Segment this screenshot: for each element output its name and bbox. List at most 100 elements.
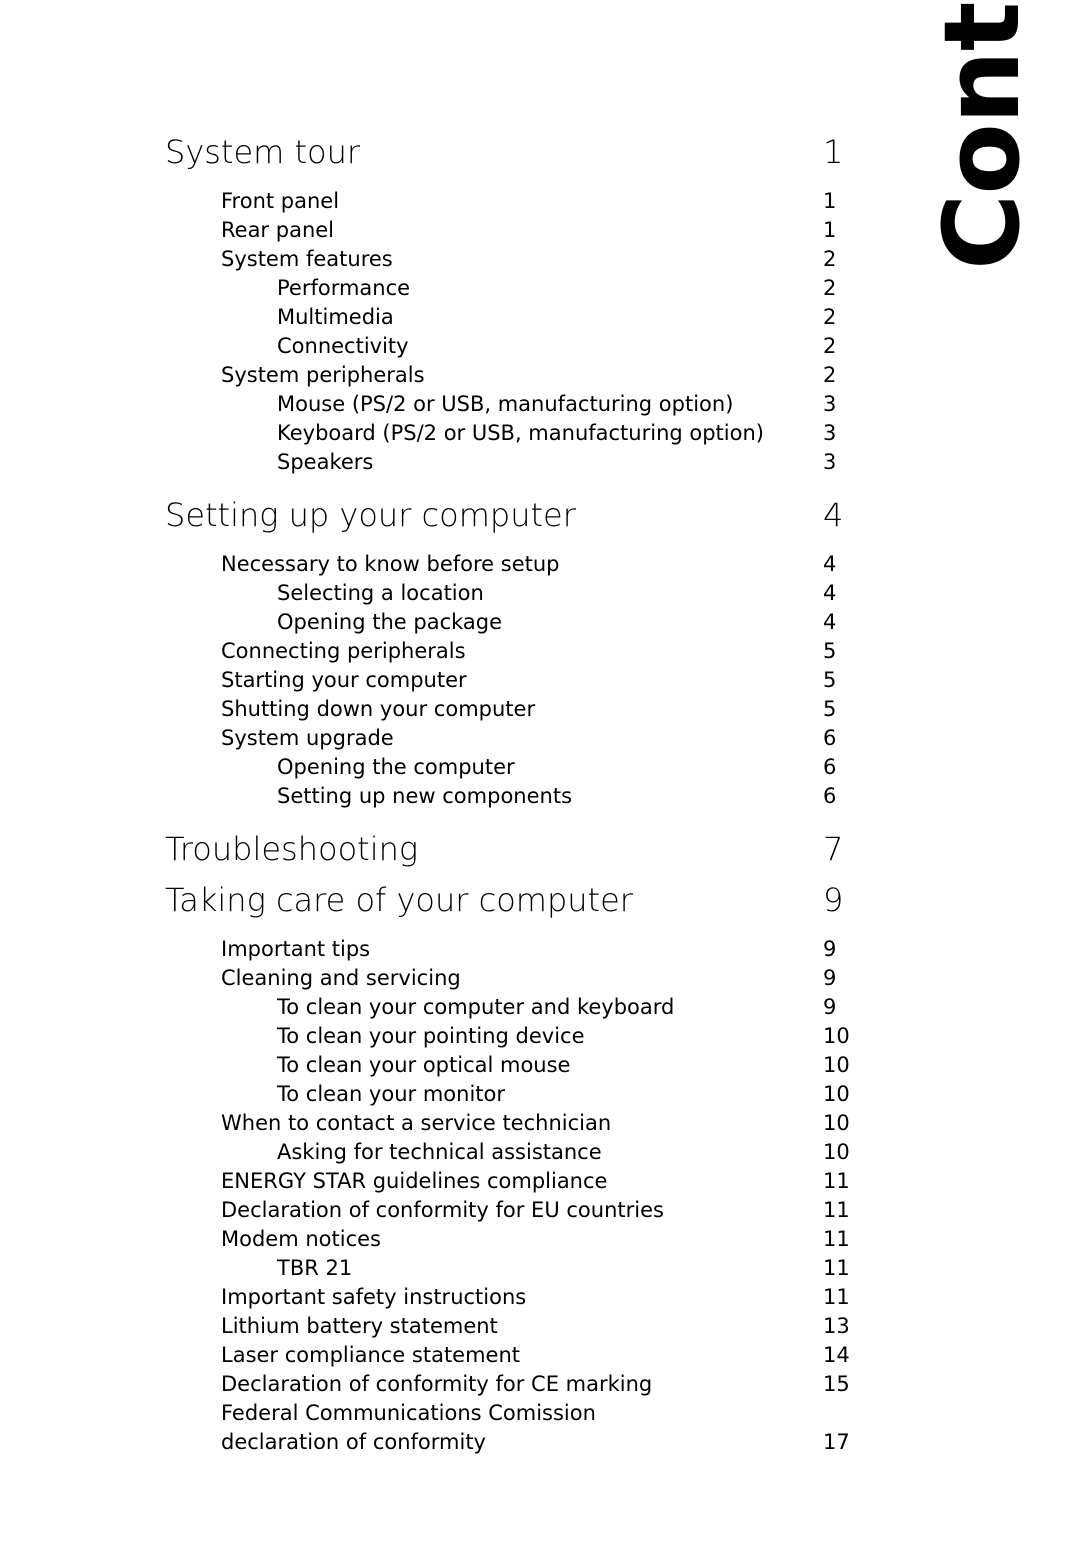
toc-page-number: 6 — [823, 784, 837, 808]
toc-heading-label: System tour — [165, 133, 361, 171]
toc-heading-row[interactable]: Setting up your computer 4 — [0, 490, 880, 541]
toc-entry-row[interactable]: Multimedia 2 — [0, 303, 880, 332]
toc-entry-label: Important safety instructions — [221, 1285, 527, 1309]
toc-entry-row[interactable]: Declaration of conformity for EU countri… — [0, 1196, 880, 1225]
table-of-contents: System tour 1 Front panel 1 Rear panel 1 Syste… — [0, 0, 880, 1457]
toc-page-number: 2 — [823, 305, 837, 329]
toc-entry-row[interactable]: Shutting down your computer 5 — [0, 695, 880, 724]
toc-entry-label: To clean your pointing device — [277, 1024, 585, 1048]
toc-page-number: 1 — [823, 218, 837, 242]
toc-page-number: 11 — [823, 1256, 850, 1280]
toc-entry-row[interactable]: System upgrade 6 — [0, 724, 880, 753]
toc-entry-row[interactable]: To clean your pointing device 10 — [0, 1022, 880, 1051]
toc-entry-label: Shutting down your computer — [221, 697, 536, 721]
toc-page-number: 3 — [823, 392, 837, 416]
toc-heading-row[interactable]: Taking care of your computer 9 — [0, 875, 880, 926]
toc-page-number: 3 — [823, 421, 837, 445]
toc-entry-label: To clean your optical mouse — [277, 1053, 571, 1077]
heading-gap — [0, 541, 880, 550]
toc-entry-label: declaration of conformity — [221, 1430, 486, 1454]
toc-entry-row[interactable]: Federal Communications Comission — [0, 1399, 880, 1428]
toc-entry-label: Connectivity — [277, 334, 409, 358]
toc-entry-row[interactable]: Keyboard (PS/2 or USB, manufacturing opt… — [0, 419, 880, 448]
toc-entry-row[interactable]: Necessary to know before setup 4 — [0, 550, 880, 579]
toc-page-number: 11 — [823, 1198, 850, 1222]
page-side-title: Contents — [912, 0, 1052, 270]
toc-entry-row[interactable]: Asking for technical assistance 10 — [0, 1138, 880, 1167]
toc-entry-row[interactable]: Declaration of conformity for CE marking… — [0, 1370, 880, 1399]
toc-page-number: 10 — [823, 1082, 850, 1106]
toc-page-number: 9 — [823, 995, 837, 1019]
toc-entry-label: When to contact a service technician — [221, 1111, 612, 1135]
toc-entry-row[interactable]: Starting your computer 5 — [0, 666, 880, 695]
heading-gap — [0, 178, 880, 187]
toc-entry-row[interactable]: Opening the computer 6 — [0, 753, 880, 782]
toc-heading-row[interactable]: Troubleshooting 7 — [0, 824, 880, 875]
toc-page-number: 9 — [823, 937, 837, 961]
toc-entry-row[interactable]: Rear panel 1 — [0, 216, 880, 245]
toc-page-number: 2 — [823, 247, 837, 271]
toc-entry-list: System tour 1 Front panel 1 Rear panel 1 Syste… — [0, 127, 880, 1457]
toc-entry-label: Asking for technical assistance — [277, 1140, 602, 1164]
toc-page-number: 6 — [823, 726, 837, 750]
toc-page-number: 3 — [823, 450, 837, 474]
toc-entry-label: Cleaning and servicing — [221, 966, 461, 990]
toc-entry-row[interactable]: To clean your optical mouse 10 — [0, 1051, 880, 1080]
toc-entry-row[interactable]: To clean your computer and keyboard 9 — [0, 993, 880, 1022]
toc-entry-row[interactable]: Opening the package 4 — [0, 608, 880, 637]
heading-gap — [0, 926, 880, 935]
toc-page-number: 1 — [823, 133, 844, 171]
toc-entry-row[interactable]: Important safety instructions 11 — [0, 1283, 880, 1312]
toc-entry-row[interactable]: Mouse (PS/2 or USB, manufacturing option… — [0, 390, 880, 419]
toc-entry-row[interactable]: Setting up new components 6 — [0, 782, 880, 811]
toc-entry-row[interactable]: Lithium battery statement 13 — [0, 1312, 880, 1341]
toc-entry-label: Laser compliance statement — [221, 1343, 521, 1367]
toc-heading-row[interactable]: System tour 1 — [0, 127, 880, 178]
toc-page-number: 5 — [823, 697, 837, 721]
toc-entry-label: Front panel — [221, 189, 340, 213]
toc-entry-label: System upgrade — [221, 726, 394, 750]
toc-entry-label: Setting up new components — [277, 784, 573, 808]
toc-entry-row[interactable]: ENERGY STAR guidelines compliance 11 — [0, 1167, 880, 1196]
toc-entry-row[interactable]: Important tips 9 — [0, 935, 880, 964]
toc-page-number: 13 — [823, 1314, 850, 1338]
toc-page-number: 10 — [823, 1053, 850, 1077]
toc-entry-row[interactable]: Laser compliance statement 14 — [0, 1341, 880, 1370]
toc-entry-label: Opening the package — [277, 610, 503, 634]
toc-page-number: 6 — [823, 755, 837, 779]
toc-entry-row[interactable]: Cleaning and servicing 9 — [0, 964, 880, 993]
toc-entry-label: Declaration of conformity for EU countri… — [221, 1198, 664, 1222]
toc-heading-label: Troubleshooting — [165, 830, 419, 868]
toc-entry-row[interactable]: Connecting peripherals 5 — [0, 637, 880, 666]
toc-entry-label: Necessary to know before setup — [221, 552, 560, 576]
toc-page-number: 11 — [823, 1285, 850, 1309]
toc-entry-row[interactable]: To clean your monitor 10 — [0, 1080, 880, 1109]
toc-entry-row[interactable]: Performance 2 — [0, 274, 880, 303]
toc-heading-label: Taking care of your computer — [165, 881, 633, 919]
toc-page-number: 7 — [823, 830, 844, 868]
toc-page-number: 1 — [823, 189, 837, 213]
toc-entry-row[interactable]: Connectivity 2 — [0, 332, 880, 361]
toc-entry-row[interactable]: TBR 21 11 — [0, 1254, 880, 1283]
toc-page-number: 4 — [823, 496, 844, 534]
toc-entry-label: System peripherals — [221, 363, 425, 387]
toc-entry-row[interactable]: Modem notices 11 — [0, 1225, 880, 1254]
toc-entry-label: To clean your monitor — [277, 1082, 505, 1106]
toc-entry-label: TBR 21 — [277, 1256, 353, 1280]
toc-entry-row[interactable]: When to contact a service technician 10 — [0, 1109, 880, 1138]
toc-entry-label: Multimedia — [277, 305, 394, 329]
toc-entry-label: Modem notices — [221, 1227, 381, 1251]
toc-page-number: 4 — [823, 552, 837, 576]
toc-entry-row[interactable]: System peripherals 2 — [0, 361, 880, 390]
toc-entry-row[interactable]: declaration of conformity 17 — [0, 1428, 880, 1457]
toc-entry-row[interactable]: Selecting a location 4 — [0, 579, 880, 608]
toc-entry-label: Selecting a location — [277, 581, 484, 605]
toc-entry-row[interactable]: Speakers 3 — [0, 448, 880, 477]
toc-entry-row[interactable]: Front panel 1 — [0, 187, 880, 216]
toc-entry-label: Speakers — [277, 450, 374, 474]
toc-entry-label: Keyboard (PS/2 or USB, manufacturing opt… — [277, 421, 764, 445]
toc-entry-row[interactable]: System features 2 — [0, 245, 880, 274]
toc-page-number: 4 — [823, 610, 837, 634]
